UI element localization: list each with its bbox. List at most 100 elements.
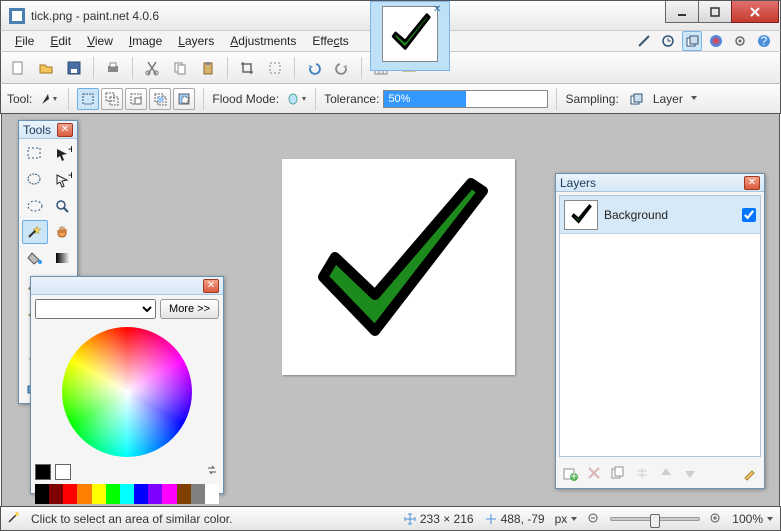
save-file-icon[interactable] — [63, 57, 85, 79]
magic-wand-icon — [7, 510, 21, 527]
tool-lasso-select[interactable] — [22, 168, 48, 192]
window-buttons — [666, 1, 779, 23]
status-dimensions: 233 × 216 — [403, 512, 474, 526]
colors-panel-close-icon[interactable]: ✕ — [203, 279, 219, 293]
layers-toggle-icon[interactable] — [682, 31, 702, 51]
settings-icon[interactable] — [730, 31, 750, 51]
document-tab[interactable]: ✕ — [370, 1, 450, 71]
help-icon[interactable]: ? — [754, 31, 774, 51]
layer-properties-icon[interactable] — [740, 463, 760, 483]
tool-dropdown[interactable] — [38, 88, 60, 110]
new-file-icon[interactable] — [7, 57, 29, 79]
color-mode-dropdown[interactable] — [35, 299, 156, 319]
menu-layers[interactable]: Layers — [170, 32, 222, 50]
svg-text:+: + — [570, 469, 577, 481]
status-hint: Click to select an area of similar color… — [31, 512, 232, 526]
selmode-replace-icon[interactable] — [77, 88, 99, 110]
menu-effects[interactable]: Effects — [304, 32, 356, 50]
colors-more-button[interactable]: More >> — [160, 299, 219, 319]
layer-row[interactable]: Background — [560, 196, 760, 234]
paste-icon[interactable] — [197, 57, 219, 79]
maximize-button[interactable] — [698, 1, 732, 23]
svg-text:+: + — [68, 146, 72, 156]
canvas[interactable] — [282, 159, 515, 375]
selmode-intersect-icon[interactable] — [149, 88, 171, 110]
colors-panel: ✕ More >> — [30, 276, 224, 494]
document-tab-close-icon[interactable]: ✕ — [433, 4, 447, 18]
zoom-in-icon[interactable] — [710, 513, 722, 525]
swap-colors-icon[interactable] — [205, 463, 219, 480]
sampling-icon[interactable] — [625, 88, 647, 110]
tool-options-bar: Tool: Flood Mode: Tolerance: 50% Samplin… — [0, 84, 781, 114]
svg-text:+: + — [68, 172, 72, 182]
tolerance-group: Tolerance: 50% — [324, 90, 548, 108]
secondary-color-swatch[interactable] — [55, 464, 71, 480]
deselect-icon[interactable] — [264, 57, 286, 79]
status-bar: Click to select an area of similar color… — [0, 506, 781, 531]
tool-gradient[interactable] — [50, 246, 76, 270]
layer-visible-checkbox[interactable] — [742, 208, 756, 222]
menu-view[interactable]: View — [79, 32, 121, 50]
sampling-label: Sampling: — [565, 92, 618, 106]
layer-up-icon[interactable] — [656, 463, 676, 483]
document-thumbnail — [382, 6, 438, 62]
tools-panel-close-icon[interactable]: ✕ — [57, 123, 73, 137]
redo-icon[interactable] — [331, 57, 353, 79]
history-toggle-icon[interactable] — [658, 31, 678, 51]
layers-panel-title: Layers — [560, 176, 596, 190]
window-title: tick.png - paint.net 4.0.6 — [31, 9, 159, 23]
menu-edit[interactable]: Edit — [42, 32, 79, 50]
open-file-icon[interactable] — [35, 57, 57, 79]
tool-zoom[interactable] — [50, 194, 76, 218]
app-icon — [9, 8, 25, 24]
status-unit-dropdown[interactable]: px — [555, 512, 579, 526]
colors-panel-header[interactable]: ✕ — [31, 277, 223, 295]
tools-panel-header[interactable]: Tools ✕ — [19, 121, 77, 139]
primary-color-swatch[interactable] — [35, 464, 51, 480]
tool-pan[interactable] — [50, 220, 76, 244]
menu-file[interactable]: File — [7, 32, 42, 50]
zoom-slider[interactable] — [610, 517, 700, 521]
tool-ellipse-select[interactable] — [22, 194, 48, 218]
layer-merge-icon[interactable] — [632, 463, 652, 483]
selmode-add-icon[interactable] — [101, 88, 123, 110]
zoom-value-dropdown[interactable]: 100% — [732, 512, 774, 526]
status-cursor-pos: 488, -79 — [484, 512, 545, 526]
tool-move-pixels[interactable]: + — [50, 168, 76, 192]
layer-duplicate-icon[interactable] — [608, 463, 628, 483]
print-icon[interactable] — [102, 57, 124, 79]
selmode-invert-icon[interactable] — [173, 88, 195, 110]
zoom-out-icon[interactable] — [588, 513, 600, 525]
layers-panel: Layers ✕ Background + — [555, 173, 765, 489]
close-button[interactable] — [731, 1, 779, 23]
tolerance-slider[interactable]: 50% — [383, 90, 548, 108]
tools-toggle-icon[interactable] — [634, 31, 654, 51]
tolerance-label: Tolerance: — [324, 92, 379, 106]
cut-icon[interactable] — [141, 57, 163, 79]
tool-move-selection[interactable]: + — [50, 142, 76, 166]
colors-toggle-icon[interactable] — [706, 31, 726, 51]
tool-magic-wand[interactable] — [22, 220, 48, 244]
layer-add-icon[interactable]: + — [560, 463, 580, 483]
tool-rect-select[interactable] — [22, 142, 48, 166]
flood-mode-label: Flood Mode: — [212, 92, 279, 106]
menu-adjustments[interactable]: Adjustments — [222, 32, 304, 50]
sampling-value[interactable]: Layer — [653, 92, 683, 106]
layer-delete-icon[interactable] — [584, 463, 604, 483]
copy-icon[interactable] — [169, 57, 191, 79]
flood-mode-dropdown[interactable] — [285, 88, 307, 110]
sampling-dropdown-icon[interactable] — [689, 92, 699, 106]
tool-label: Tool: — [7, 92, 32, 106]
minimize-button[interactable] — [665, 1, 699, 23]
color-wheel[interactable] — [62, 327, 192, 457]
menu-image[interactable]: Image — [121, 32, 170, 50]
layer-down-icon[interactable] — [680, 463, 700, 483]
tool-paint-bucket[interactable] — [22, 246, 48, 270]
layers-panel-close-icon[interactable]: ✕ — [744, 176, 760, 190]
layer-thumbnail — [564, 200, 598, 230]
selmode-subtract-icon[interactable] — [125, 88, 147, 110]
layers-panel-header[interactable]: Layers ✕ — [556, 174, 764, 192]
color-palette[interactable] — [35, 484, 219, 504]
crop-icon[interactable] — [236, 57, 258, 79]
undo-icon[interactable] — [303, 57, 325, 79]
